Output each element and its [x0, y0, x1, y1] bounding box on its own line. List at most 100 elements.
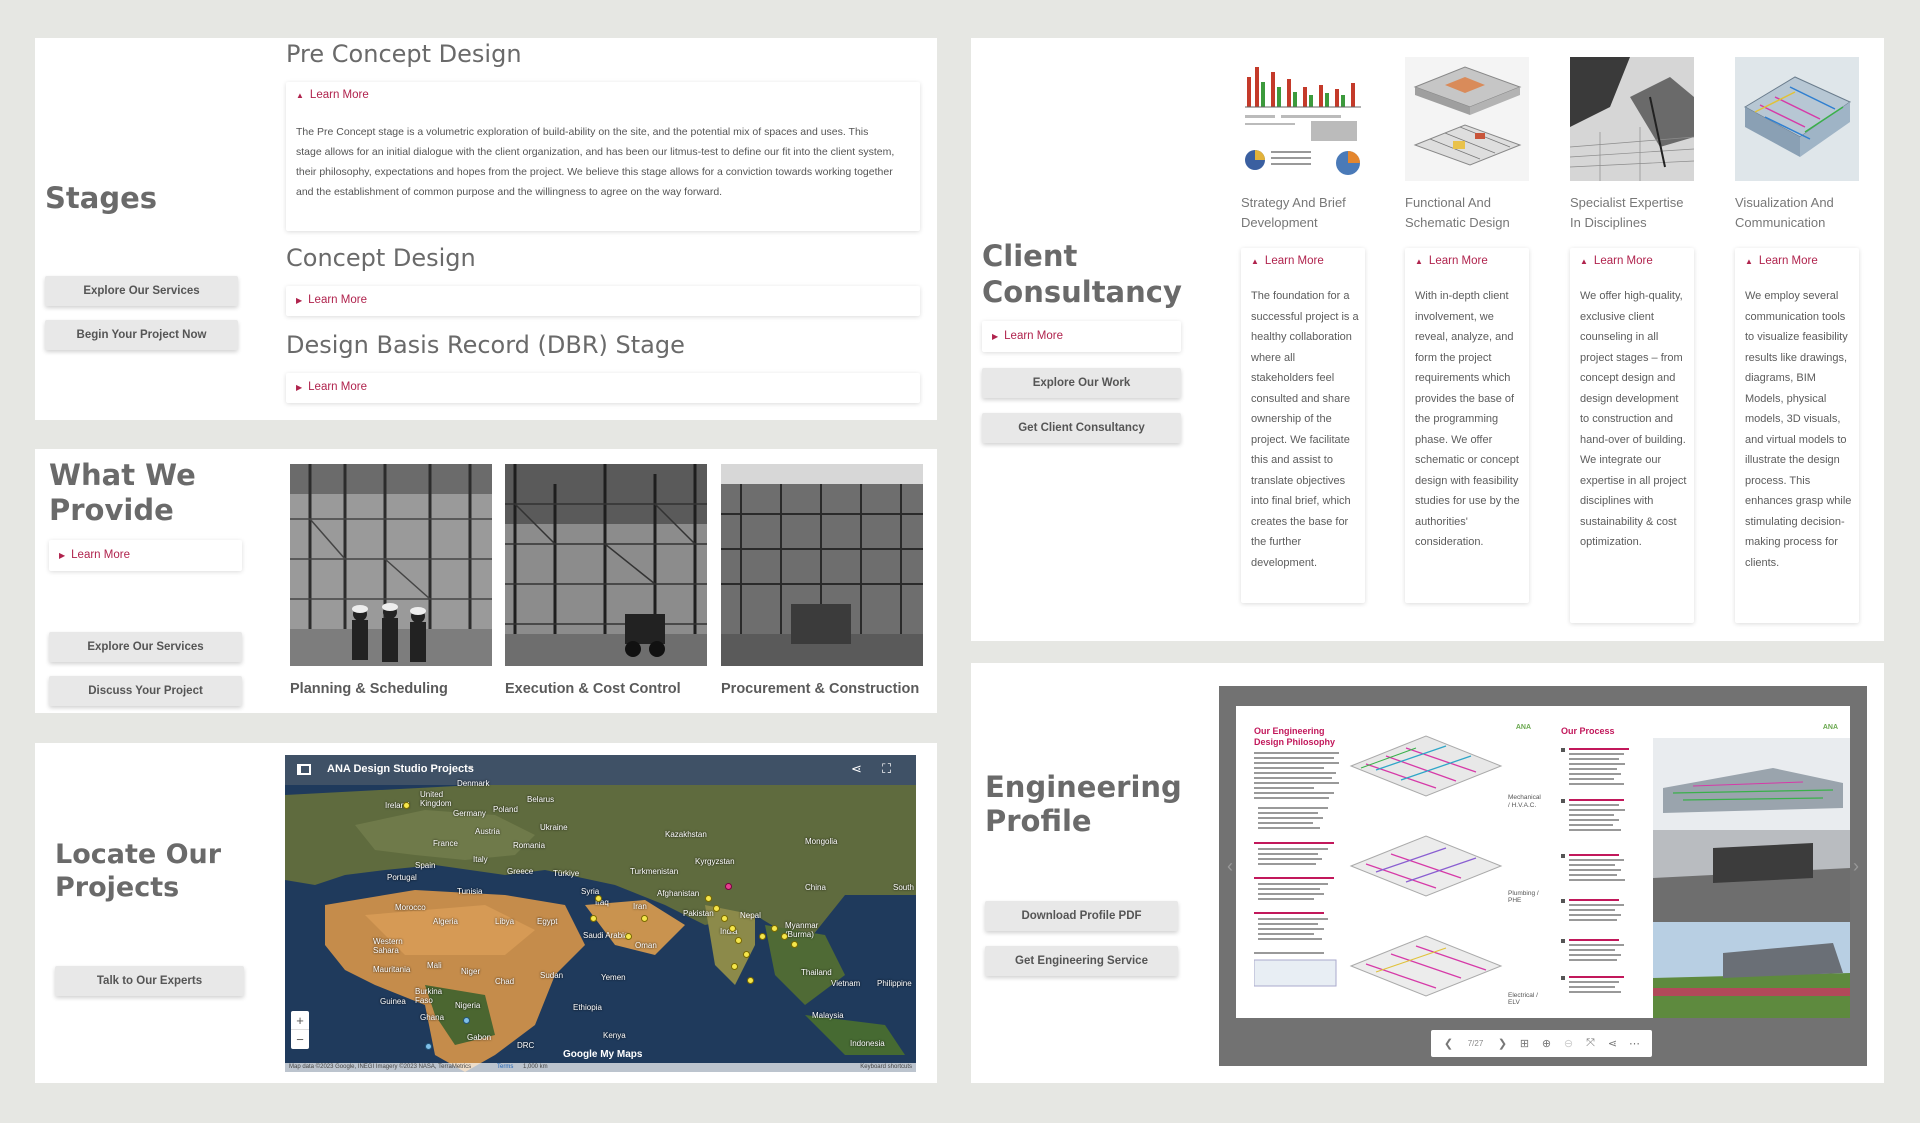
plumbing-label: Plumbing / PHE [1508, 890, 1539, 904]
map-scale: 1,000 km [523, 1064, 548, 1070]
map-marker-icon[interactable] [595, 895, 602, 902]
chevron-left-icon[interactable]: ❮ [1438, 1037, 1460, 1050]
consultancy-title: Client Consultancy [982, 239, 1182, 309]
functional-card: ▲ Learn More With in-depth client involve… [1405, 248, 1529, 603]
zoom-out-button[interactable]: − [291, 1030, 309, 1049]
consultancy-learn-more-card[interactable]: ▶ Learn More [982, 321, 1181, 352]
caret-up-icon: ▲ [1415, 257, 1423, 266]
strategy-text: The foundation for a successful project … [1251, 290, 1359, 569]
download-profile-button[interactable]: Download Profile PDF [985, 901, 1178, 931]
map-marker-icon[interactable] [713, 905, 720, 912]
fit-screen-icon[interactable]: ⤧ [1580, 1037, 1602, 1050]
specialist-thumbnail [1570, 57, 1694, 181]
map-watermark: Google My Maps [563, 1049, 643, 1060]
map-marker-icon[interactable] [705, 895, 712, 902]
provide-learn-more[interactable]: ▶ Learn More [59, 549, 130, 561]
talk-experts-button[interactable]: Talk to Our Experts [55, 966, 244, 996]
map-terms-link[interactable]: Terms [497, 1063, 513, 1072]
specialist-title: Specialist Expertise In Disciplines [1570, 195, 1684, 230]
dbr-accordion[interactable]: ▶ Learn More [286, 373, 920, 403]
strategy-learn-more[interactable]: ▲ Learn More [1251, 255, 1324, 267]
flipbook-viewer[interactable]: ‹ › Our Engineering Design Philosophy AN… [1219, 686, 1867, 1066]
strategy-card: ▲ Learn More The foundation for a success… [1241, 248, 1365, 603]
stages-title: Stages [45, 181, 158, 215]
more-icon[interactable]: ⋯ [1624, 1037, 1646, 1050]
map-marker-icon[interactable] [403, 802, 410, 809]
right-page-heading: Our Process [1561, 726, 1615, 736]
pre-concept-learn-more[interactable]: ▲ Learn More [296, 89, 369, 101]
map-marker-icon[interactable] [771, 925, 778, 932]
discuss-project-button[interactable]: Discuss Your Project [49, 676, 242, 706]
functional-thumbnail [1405, 57, 1529, 181]
zoom-out-icon[interactable]: ⊖ [1558, 1037, 1580, 1050]
explore-work-button[interactable]: Explore Our Work [982, 368, 1181, 398]
provide-panel: What We Provide ▶ Learn More Explore Our … [35, 449, 937, 713]
map-marker-icon[interactable] [729, 925, 736, 932]
get-engineering-button[interactable]: Get Engineering Service [985, 946, 1178, 976]
left-page-heading: Our Engineering Design Philosophy [1254, 726, 1336, 747]
visualization-card: ▲ Learn More We employ several communicat… [1735, 248, 1859, 623]
visualization-learn-more[interactable]: ▲ Learn More [1745, 255, 1818, 267]
execution-photo [505, 464, 707, 666]
zoom-in-icon[interactable]: ⊕ [1536, 1037, 1558, 1050]
provide-title: What We Provide [49, 458, 196, 527]
locate-panel: Locate Our Projects Talk to Our Experts … [35, 743, 937, 1083]
caret-up-icon: ▲ [1745, 257, 1753, 266]
pre-concept-heading: Pre Concept Design [286, 40, 522, 68]
explore-services-button[interactable]: Explore Our Services [45, 276, 238, 306]
map-marker-icon[interactable] [725, 883, 732, 890]
map-zoom-controls: + − [291, 1011, 309, 1049]
page-indicator: 7/27 [1467, 1039, 1484, 1048]
caret-up-icon: ▲ [1580, 257, 1588, 266]
provide-learn-more-card[interactable]: ▶ Learn More [49, 540, 242, 571]
map-marker-icon[interactable] [721, 915, 728, 922]
engineering-title: Engineering Profile [985, 770, 1182, 838]
map-marker-icon[interactable] [641, 915, 648, 922]
concept-accordion[interactable]: ▶ Learn More [286, 286, 920, 316]
provide-explore-button[interactable]: Explore Our Services [49, 632, 242, 662]
caret-right-icon: ▶ [296, 296, 303, 305]
begin-project-button[interactable]: Begin Your Project Now [45, 320, 238, 350]
flipbook-toolbar: ❮ 7/27 ❯ ⊞ ⊕ ⊖ ⤧ ⋖ ⋯ [1431, 1030, 1652, 1057]
engineering-panel: Engineering Profile Download Profile PDF… [971, 663, 1884, 1083]
map-marker-icon[interactable] [747, 977, 754, 984]
share-icon[interactable]: ⋖ [1602, 1037, 1624, 1050]
keyboard-shortcuts-link[interactable]: Keyboard shortcuts [860, 1063, 912, 1072]
map-marker-icon[interactable] [735, 937, 742, 944]
map-marker-icon[interactable] [590, 915, 597, 922]
flipbook-prev-arrow[interactable]: ‹ [1227, 856, 1233, 877]
electrical-label: Electrical / ELV [1508, 992, 1538, 1006]
right-page-text-lines [1561, 748, 1629, 993]
specialist-learn-more[interactable]: ▲ Learn More [1580, 255, 1653, 267]
get-consultancy-button[interactable]: Get Client Consultancy [982, 413, 1181, 443]
planning-photo [290, 464, 492, 666]
caret-up-icon: ▲ [1251, 257, 1259, 266]
map-marker-icon[interactable] [759, 933, 766, 940]
dbr-learn-more[interactable]: ▶ Learn More [296, 381, 367, 393]
projects-map[interactable]: ANA Design Studio Projects ▾ ⋖ ⛶ Ireland… [285, 755, 916, 1072]
execution-caption: Execution & Cost Control [505, 681, 681, 697]
concept-heading: Concept Design [286, 244, 476, 272]
map-marker-icon[interactable] [731, 963, 738, 970]
map-marker-icon[interactable] [425, 1043, 432, 1050]
map-marker-icon[interactable] [625, 933, 632, 940]
zoom-in-button[interactable]: + [291, 1011, 309, 1030]
consultancy-learn-more[interactable]: ▶ Learn More [992, 330, 1063, 342]
grid-icon[interactable]: ⊞ [1514, 1037, 1536, 1050]
specialist-text: We offer high-quality, exclusive client … [1580, 290, 1687, 548]
functional-learn-more[interactable]: ▲ Learn More [1415, 255, 1488, 267]
map-marker-icon[interactable] [463, 1017, 470, 1024]
project-markers [285, 755, 916, 1072]
chevron-right-icon[interactable]: ❯ [1492, 1037, 1514, 1050]
map-marker-icon[interactable] [781, 933, 788, 940]
caret-right-icon: ▶ [59, 551, 66, 560]
concept-learn-more[interactable]: ▶ Learn More [296, 294, 367, 306]
visualization-thumbnail [1735, 57, 1859, 181]
map-marker-icon[interactable] [743, 951, 750, 958]
procurement-photo [721, 464, 923, 666]
flipbook-next-arrow[interactable]: › [1853, 856, 1859, 877]
flipbook-right-page: Our Process ANA [1543, 706, 1850, 1018]
map-marker-icon[interactable] [791, 941, 798, 948]
strategy-thumbnail [1241, 57, 1365, 181]
isometric-drawings [1346, 726, 1506, 1016]
